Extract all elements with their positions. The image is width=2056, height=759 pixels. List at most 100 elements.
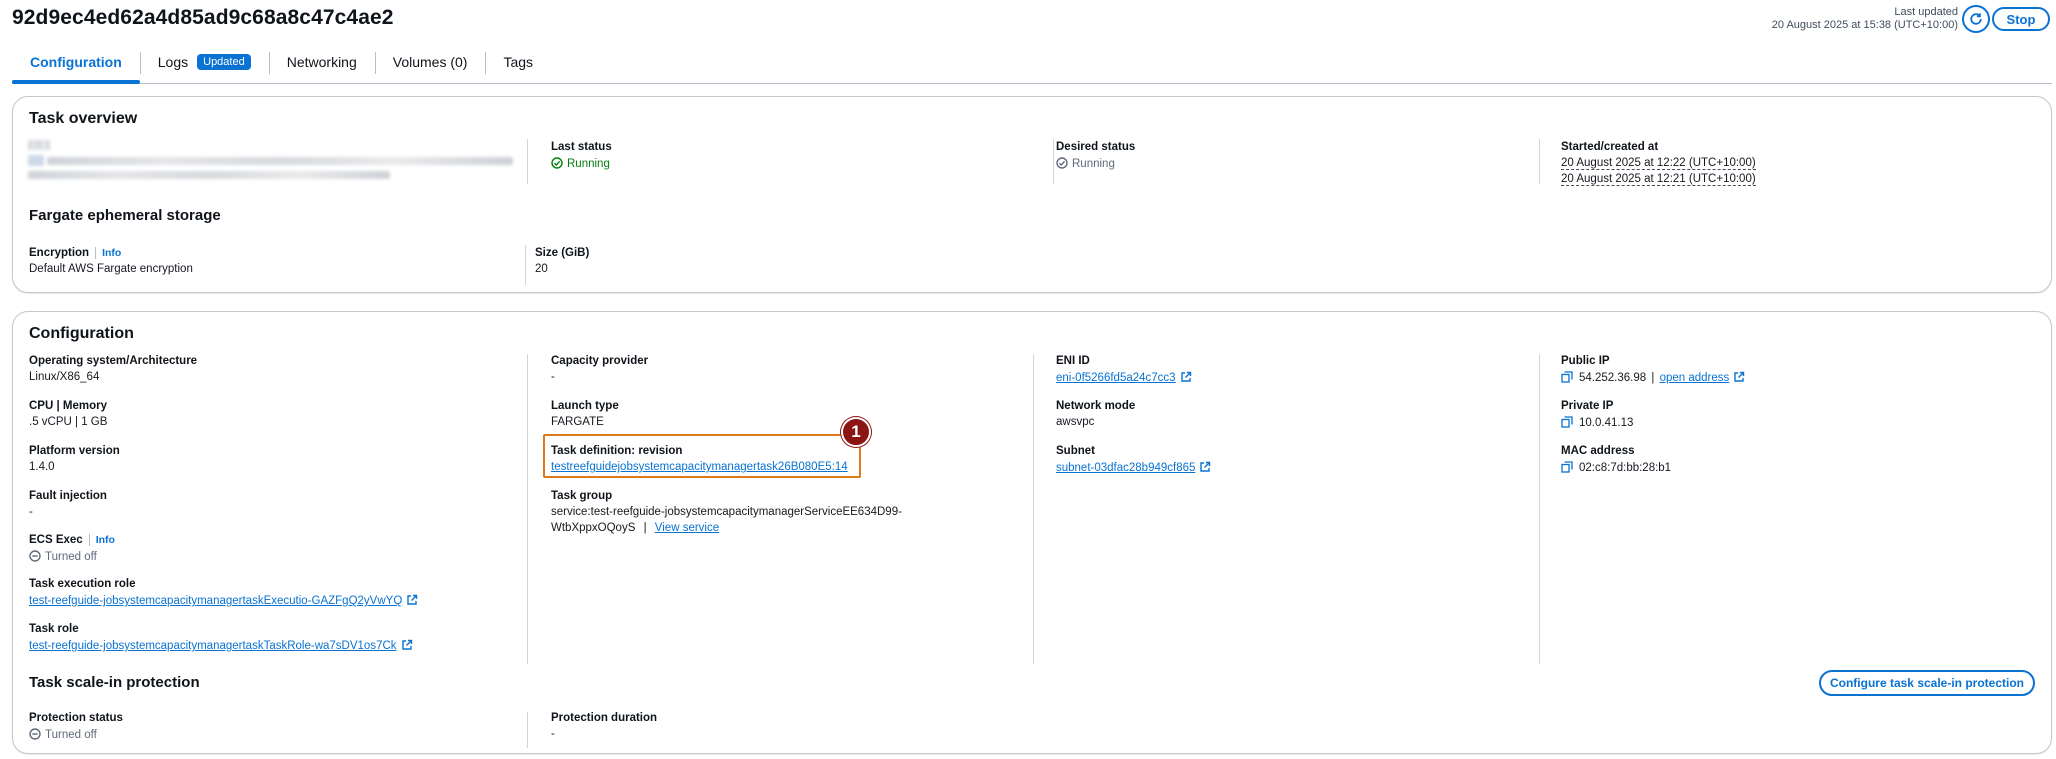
status-running-icon: [551, 157, 563, 169]
tab-volumes[interactable]: Volumes (0): [374, 44, 486, 80]
public-ip-label: Public IP: [1561, 355, 1610, 367]
network-mode-label: Network mode: [1056, 400, 1136, 412]
task-definition-highlight: [543, 434, 861, 478]
capacity-provider-label: Capacity provider: [551, 355, 649, 367]
subnet-value: subnet-03dfac28b949cf865: [1056, 461, 1211, 474]
cpu-memory-label: CPU | Memory: [29, 400, 107, 412]
size-label: Size (GiB): [535, 247, 590, 259]
configuration-title: Configuration: [29, 325, 134, 342]
task-role-label: Task role: [29, 623, 79, 635]
external-link-icon: [407, 594, 418, 605]
cpu-memory-value: .5 vCPU | 1 GB: [29, 416, 108, 428]
ecs-exec-text: Turned off: [45, 551, 97, 563]
divider: [527, 354, 528, 664]
capacity-provider-value: -: [551, 371, 555, 383]
size-value: 20: [535, 263, 548, 275]
tab-label: Configuration: [30, 54, 122, 70]
public-ip-text: 54.252.36.98: [1579, 372, 1647, 384]
view-service-link[interactable]: View service: [655, 522, 719, 534]
task-group-label: Task group: [551, 490, 613, 502]
fault-injection-value: -: [29, 506, 33, 518]
configuration-panel: Configuration Operating system/Architect…: [12, 311, 2052, 754]
scale-in-protection-title: Task scale-in protection: [29, 674, 200, 691]
desired-status-value: Running: [1056, 157, 1115, 170]
ephemeral-storage-title: Fargate ephemeral storage: [29, 207, 221, 224]
platform-version-value: 1.4.0: [29, 461, 55, 473]
os-label: Operating system/Architecture: [29, 355, 198, 367]
configure-scale-in-protection-button[interactable]: Configure task scale-in protection: [1819, 670, 2035, 696]
network-mode-value: awsvpc: [1056, 416, 1095, 428]
mac-address-value: 02:c8:7d:bb:28:b1: [1561, 461, 1671, 474]
divider: [1539, 139, 1540, 184]
task-group-name: WtbXppxOQoyS: [551, 522, 636, 534]
tab-logs[interactable]: Logs Updated: [139, 44, 269, 80]
tab-tags[interactable]: Tags: [485, 44, 551, 80]
eni-id-link[interactable]: eni-0f5266fd5a24c7cc3: [1056, 372, 1176, 384]
private-ip-value: 10.0.41.13: [1561, 416, 1633, 429]
annotation-marker: 1: [841, 417, 871, 447]
divider: [527, 712, 528, 748]
created-value[interactable]: 20 August 2025 at 12:21 (UTC+10:00): [1561, 173, 1756, 186]
open-address-link[interactable]: open address: [1660, 372, 1730, 384]
separator: |: [1651, 372, 1655, 384]
updated-badge: Updated: [197, 54, 251, 70]
private-ip-label: Private IP: [1561, 400, 1614, 412]
divider: [1053, 139, 1054, 184]
ecs-exec-label: ECS Exec Info: [29, 534, 115, 546]
tab-bar: Configuration Logs Updated Networking Vo…: [12, 44, 2052, 84]
public-ip-value: 54.252.36.98 | open address: [1561, 371, 1745, 384]
page-title: 92d9ec4ed62a4d85ad9c68a8c47c4ae2: [12, 6, 394, 29]
started-label: Started/created at: [1561, 141, 1659, 153]
external-link-icon: [401, 639, 412, 650]
external-link-icon: [1180, 371, 1191, 382]
tab-networking[interactable]: Networking: [268, 44, 375, 80]
task-execution-role-link[interactable]: test-reefguide-jobsystemcapacitymanagert…: [29, 595, 402, 607]
task-group-line2: WtbXppxOQoyS | View service: [551, 522, 719, 534]
mac-address-text: 02:c8:7d:bb:28:b1: [1579, 462, 1672, 474]
task-execution-role-value: test-reefguide-jobsystemcapacitymanagert…: [29, 594, 418, 607]
refresh-button[interactable]: [1962, 5, 1990, 33]
eni-id-label: ENI ID: [1056, 355, 1090, 367]
task-overview-panel: Task overview Last status Running Desire…: [12, 96, 2052, 293]
tab-label: Volumes (0): [392, 54, 468, 70]
task-role-value: test-reefguide-jobsystemcapacitymanagert…: [29, 639, 413, 652]
os-value: Linux/X86_64: [29, 371, 100, 383]
turned-off-icon: [29, 728, 41, 740]
encryption-value: Default AWS Fargate encryption: [29, 263, 193, 275]
divider: [527, 139, 528, 184]
external-link-icon: [1734, 371, 1745, 382]
copy-icon[interactable]: [1561, 416, 1573, 428]
started-value[interactable]: 20 August 2025 at 12:22 (UTC+10:00): [1561, 157, 1756, 170]
encryption-label: Encryption Info: [29, 247, 122, 259]
subnet-link[interactable]: subnet-03dfac28b949cf865: [1056, 462, 1195, 474]
last-updated-label: Last updated: [1894, 6, 1958, 18]
ecs-exec-info-link[interactable]: Info: [88, 534, 115, 546]
tab-label: Logs: [157, 54, 189, 70]
ecs-exec-label-text: ECS Exec: [29, 534, 83, 546]
copy-icon[interactable]: [1561, 461, 1573, 473]
launch-type-label: Launch type: [551, 400, 619, 412]
fault-injection-label: Fault injection: [29, 490, 107, 502]
last-updated-value: 20 August 2025 at 15:38 (UTC+10:00): [1771, 19, 1958, 31]
last-status-text: Running: [567, 158, 610, 170]
encryption-label-text: Encryption: [29, 247, 90, 259]
protection-status-value: Turned off: [29, 728, 97, 741]
stop-button[interactable]: Stop: [1992, 7, 2050, 31]
protection-status-label: Protection status: [29, 712, 123, 724]
protection-duration-label: Protection duration: [551, 712, 658, 724]
task-role-link[interactable]: test-reefguide-jobsystemcapacitymanagert…: [29, 640, 397, 652]
status-running-icon: [1056, 157, 1068, 169]
tab-configuration[interactable]: Configuration: [12, 44, 140, 84]
ecs-exec-value: Turned off: [29, 550, 97, 563]
last-status-label: Last status: [551, 141, 612, 153]
mac-address-label: MAC address: [1561, 445, 1635, 457]
separator: |: [643, 522, 647, 534]
private-ip-text: 10.0.41.13: [1579, 417, 1634, 429]
launch-type-value: FARGATE: [551, 416, 604, 428]
copy-icon[interactable]: [1561, 371, 1573, 383]
eni-id-value: eni-0f5266fd5a24c7cc3: [1056, 371, 1192, 384]
encryption-info-link[interactable]: Info: [95, 247, 122, 259]
last-updated: Last updated 20 August 2025 at 15:38 (UT…: [1772, 6, 1958, 32]
turned-off-icon: [29, 550, 41, 562]
platform-version-label: Platform version: [29, 445, 120, 457]
